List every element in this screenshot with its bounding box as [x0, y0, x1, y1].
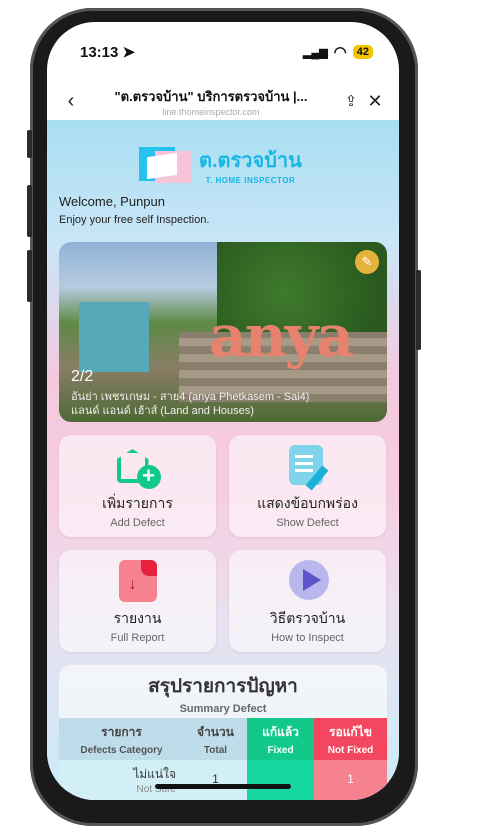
header-not-fixed: รอแก้ไข Not Fixed [314, 718, 387, 760]
row-fixed [247, 760, 314, 800]
clock: 13:13 [80, 44, 119, 61]
header-category-th: รายการ [101, 725, 142, 739]
header-category-en: Defects Category [80, 745, 163, 756]
play-video-icon [285, 558, 331, 604]
show-defect-sublabel: Show Defect [276, 517, 339, 529]
action-button [27, 130, 32, 158]
share-icon[interactable]: ⇪ [339, 92, 363, 110]
welcome-text: Welcome, Punpun [59, 194, 165, 209]
list-edit-icon [285, 443, 331, 491]
screen: 13:13 ➤ ▂▄▆ ◠ 42 ‹ "ต.ตรวจบ้าน" บริการตร… [47, 22, 399, 800]
row-not-fixed: 1 [314, 760, 387, 800]
logo: ต.ตรวจบ้าน T. HOME INSPECTOR [139, 144, 302, 185]
browser-navbar: ‹ "ต.ตรวจบ้าน" บริการตรวจบ้าน |... line.… [47, 82, 399, 120]
how-to-inspect-label: วิธีตรวจบ้าน [269, 610, 346, 626]
project-developer: แลนด์ แอนด์ เฮ้าส์ (Land and Houses) [71, 405, 254, 417]
home-indicator[interactable] [155, 784, 291, 789]
volume-down-button [27, 250, 32, 302]
full-report-button[interactable]: ↓ รายงาน Full Report [59, 550, 216, 652]
add-defect-sublabel: Add Defect [110, 517, 165, 529]
add-house-icon: + [115, 443, 161, 489]
header-not-fixed-en: Not Fixed [327, 745, 374, 756]
location-icon: ➤ [122, 44, 136, 61]
power-button [416, 270, 421, 350]
full-report-label: รายงาน [113, 610, 162, 626]
page-title: "ต.ตรวจบ้าน" บริการตรวจบ้าน |... [114, 88, 308, 104]
header-fixed: แก้แล้ว Fixed [247, 718, 314, 760]
project-brand-sign: anya [209, 302, 354, 370]
app-content: ต.ตรวจบ้าน T. HOME INSPECTOR Welcome, Pu… [47, 120, 399, 800]
logo-text-thai: ต.ตรวจบ้าน [199, 150, 302, 172]
page-url: line.thomeinspector.com [162, 106, 260, 117]
header-fixed-th: แก้แล้ว [262, 725, 299, 739]
how-to-inspect-button[interactable]: วิธีตรวจบ้าน How to Inspect [229, 550, 386, 652]
add-defect-button[interactable]: + เพิ่มรายการ Add Defect [59, 435, 216, 537]
summary-subtitle: Summary Defect [179, 703, 267, 715]
house-image [79, 302, 149, 372]
enjoy-text: Enjoy your free self Inspection. [59, 214, 210, 226]
header-category: รายการ Defects Category [59, 718, 184, 760]
status-bar: 13:13 ➤ ▂▄▆ ◠ 42 [47, 22, 399, 82]
carousel-counter: 2/2 [71, 368, 94, 385]
logo-mark-icon [139, 146, 193, 183]
full-report-sublabel: Full Report [110, 632, 165, 644]
row-total: 1 [184, 760, 247, 800]
header-total-en: Total [203, 745, 228, 756]
header-not-fixed-th: รอแก้ไข [329, 725, 372, 739]
edit-project-button[interactable]: ✎ [355, 250, 379, 274]
row-category[interactable]: ไม่แน่ใจ Not Sure [59, 760, 184, 800]
header-fixed-en: Fixed [267, 745, 294, 756]
project-carousel[interactable]: anya ✎ 2/2 อันย่า เพชรเกษม - สาย4 (anya … [59, 242, 387, 422]
volume-up-button [27, 185, 32, 237]
report-download-icon: ↓ [115, 558, 161, 604]
header-total: จำนวน Total [184, 718, 247, 760]
close-icon[interactable]: ✕ [363, 91, 387, 112]
wifi-icon: ◠ [333, 44, 347, 61]
show-defect-label: แสดงข้อบกพร่อง [257, 495, 358, 511]
back-icon[interactable]: ‹ [59, 90, 83, 113]
signal-icon: ▂▄▆ [302, 46, 328, 59]
battery-icon: 42 [352, 45, 373, 59]
logo-text-english: T. HOME INSPECTOR [205, 176, 296, 185]
show-defect-button[interactable]: แสดงข้อบกพร่อง Show Defect [229, 435, 386, 537]
summary-defect-card: สรุปรายการปัญหา Summary Defect รายการ Def… [59, 665, 387, 800]
summary-title: สรุปรายการปัญหา [148, 676, 298, 697]
row-category-th: ไม่แน่ใจ [133, 767, 176, 781]
add-defect-label: เพิ่มรายการ [102, 495, 173, 511]
header-total-th: จำนวน [197, 725, 234, 739]
how-to-inspect-sublabel: How to Inspect [271, 632, 344, 644]
